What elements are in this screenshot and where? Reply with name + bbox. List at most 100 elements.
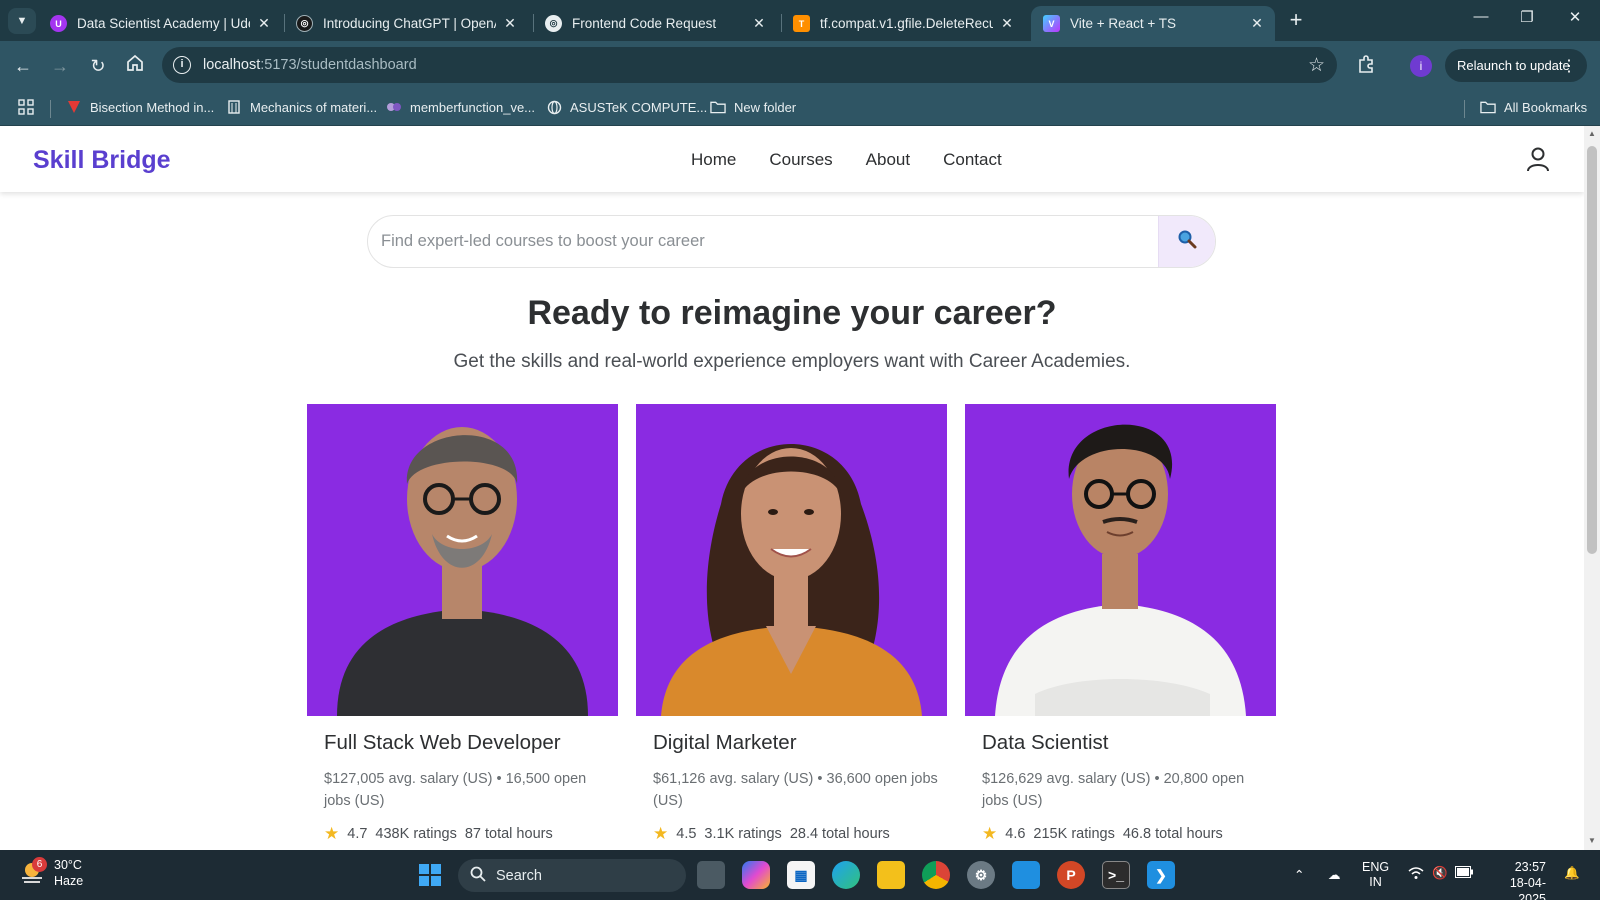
bookmark-divider <box>1464 100 1465 118</box>
taskbar-search-label: Search <box>496 867 542 884</box>
photos-app-icon[interactable] <box>1012 861 1040 889</box>
tab-udemy[interactable]: U Data Scientist Academy | Udem ✕ <box>38 6 282 41</box>
globe-icon <box>546 99 562 115</box>
bookmark-favicon-icon <box>386 99 402 115</box>
microsoft-store-icon[interactable]: ▦ <box>787 861 815 889</box>
task-view-icon[interactable] <box>697 861 725 889</box>
tab-close-icon[interactable]: ✕ <box>751 15 767 32</box>
reload-icon[interactable]: ↻ <box>85 53 111 79</box>
edge-browser-icon[interactable] <box>832 861 860 889</box>
nav-contact[interactable]: Contact <box>943 150 1002 170</box>
bookmark-bisection[interactable]: Bisection Method in... <box>66 99 214 115</box>
chrome-icon[interactable] <box>922 861 950 889</box>
vite-favicon-icon: V <box>1043 15 1060 32</box>
site-header: Skill Bridge Home Courses About Contact <box>0 126 1584 192</box>
powerpoint-icon[interactable]: P <box>1057 861 1085 889</box>
brand-logo[interactable]: Skill Bridge <box>33 146 171 175</box>
system-clock[interactable]: 23:57 18-04-2025 <box>1484 859 1546 900</box>
show-hidden-icons-chevron-icon[interactable]: ⌃ <box>1294 867 1304 882</box>
nav-home[interactable]: Home <box>691 150 736 170</box>
windows-taskbar: 6 30°C Haze Search ▦ ⚙ P >_ ❯ ⌃ ☁ ENG IN… <box>0 850 1600 900</box>
forward-arrow-icon[interactable]: → <box>47 53 73 79</box>
all-bookmarks-button[interactable]: All Bookmarks <box>1480 99 1587 115</box>
profile-avatar[interactable]: i <box>1410 55 1432 77</box>
settings-gear-icon[interactable]: ⚙ <box>967 861 995 889</box>
search-icon <box>1177 229 1197 254</box>
career-stats: ★ 4.6 215K ratings 46.8 total hours <box>982 824 1223 844</box>
new-tab-plus-icon[interactable]: + <box>1284 9 1308 33</box>
tab-close-icon[interactable]: ✕ <box>1249 15 1265 32</box>
extensions-puzzle-icon[interactable] <box>1356 54 1378 76</box>
onedrive-cloud-icon[interactable]: ☁ <box>1328 867 1341 882</box>
windows-start-icon[interactable] <box>416 861 444 889</box>
tab-close-icon[interactable]: ✕ <box>999 15 1015 32</box>
bookmark-favicon-icon <box>66 99 82 115</box>
tab-openai[interactable]: ◎ Introducing ChatGPT | OpenAI ✕ <box>284 6 528 41</box>
user-profile-icon[interactable] <box>1526 146 1550 172</box>
career-stats: ★ 4.5 3.1K ratings 28.4 total hours <box>653 824 890 844</box>
bookmark-star-icon[interactable]: ☆ <box>1308 54 1325 77</box>
star-icon: ★ <box>982 824 998 843</box>
bookmark-asus[interactable]: ASUSTeK COMPUTE... <box>546 99 707 115</box>
scrollbar-thumb[interactable] <box>1587 146 1597 554</box>
star-icon: ★ <box>653 824 669 843</box>
weather-widget[interactable]: 6 30°C Haze <box>18 857 83 889</box>
language-indicator[interactable]: ENG IN <box>1362 860 1389 890</box>
apps-grid-icon[interactable] <box>18 99 34 115</box>
career-portrait-image <box>636 404 947 716</box>
scroll-up-icon[interactable]: ▲ <box>1587 129 1597 138</box>
file-explorer-icon[interactable] <box>877 861 905 889</box>
battery-icon[interactable] <box>1455 866 1473 881</box>
copilot-icon[interactable] <box>742 861 770 889</box>
bookmark-divider <box>50 100 51 118</box>
tab-tensorflow[interactable]: T tf.compat.v1.gfile.DeleteRecursi ✕ <box>781 6 1025 41</box>
volume-muted-icon[interactable]: 🔇 <box>1432 866 1448 881</box>
language-code: ENG <box>1362 860 1390 874</box>
bookmark-new-folder[interactable]: New folder <box>710 99 796 115</box>
scroll-down-icon[interactable]: ▼ <box>1587 836 1597 845</box>
openai-favicon-icon: ◎ <box>296 15 313 32</box>
home-icon[interactable] <box>122 53 148 79</box>
url-host: localhost <box>203 57 261 73</box>
site-info-icon[interactable]: i <box>173 56 191 74</box>
bookmark-label: Bisection Method in... <box>90 99 215 115</box>
bookmarks-bar: Bisection Method in... Mechanics of mate… <box>0 90 1600 126</box>
minimize-icon[interactable]: — <box>1466 8 1496 32</box>
udemy-favicon-icon: U <box>50 15 67 32</box>
tab-close-icon[interactable]: ✕ <box>256 15 272 32</box>
nav-about[interactable]: About <box>866 150 910 170</box>
more-menu-icon[interactable]: ⋮ <box>1561 56 1577 76</box>
nav-courses[interactable]: Courses <box>769 150 832 170</box>
tab-search-chevron-icon[interactable]: ▼ <box>8 8 36 34</box>
relaunch-to-update-button[interactable]: Relaunch to update ⋮ <box>1445 49 1587 82</box>
tensorflow-favicon-icon: T <box>793 15 810 32</box>
bookmark-mechanics[interactable]: Mechanics of materi... <box>226 99 377 115</box>
tab-vite-active[interactable]: V Vite + React + TS ✕ <box>1031 6 1275 41</box>
vscode-icon[interactable]: ❯ <box>1147 861 1175 889</box>
career-portrait-image <box>965 404 1276 716</box>
browser-toolbar: ← → ↻ i localhost:5173/studentdashboard … <box>0 41 1600 90</box>
notifications-bell-icon[interactable]: 🔔 <box>1564 866 1580 881</box>
back-arrow-icon[interactable]: ← <box>10 53 36 79</box>
career-title: Digital Marketer <box>653 731 797 754</box>
bookmark-memberfunction[interactable]: memberfunction_ve... <box>386 99 535 115</box>
page-scrollbar[interactable]: ▲ ▼ <box>1584 126 1600 850</box>
career-rating: 4.6 <box>1005 826 1026 842</box>
course-search-input[interactable] <box>368 216 1158 267</box>
career-card-digital-marketer[interactable]: Digital Marketer $61,126 avg. salary (US… <box>636 404 947 850</box>
haze-sun-icon: 6 <box>18 857 47 887</box>
address-bar[interactable]: i localhost:5173/studentdashboard ☆ <box>162 47 1337 83</box>
search-button[interactable] <box>1158 216 1215 267</box>
career-card-data-scientist[interactable]: Data Scientist $126,629 avg. salary (US)… <box>965 404 1276 850</box>
window-close-icon[interactable]: ✕ <box>1560 8 1590 32</box>
tab-close-icon[interactable]: ✕ <box>502 15 518 32</box>
wifi-icon[interactable] <box>1408 866 1424 883</box>
tab-title: Frontend Code Request <box>572 16 717 31</box>
tab-chatgpt[interactable]: ◎ Frontend Code Request ✕ <box>533 6 777 41</box>
career-card-fullstack[interactable]: Full Stack Web Developer $127,005 avg. s… <box>307 404 618 850</box>
terminal-icon[interactable]: >_ <box>1102 861 1130 889</box>
restore-icon[interactable]: ❐ <box>1512 8 1542 32</box>
tab-title: Vite + React + TS <box>1070 16 1177 31</box>
url-path: :5173/studentdashboard <box>260 57 417 73</box>
taskbar-search[interactable]: Search <box>458 859 686 892</box>
